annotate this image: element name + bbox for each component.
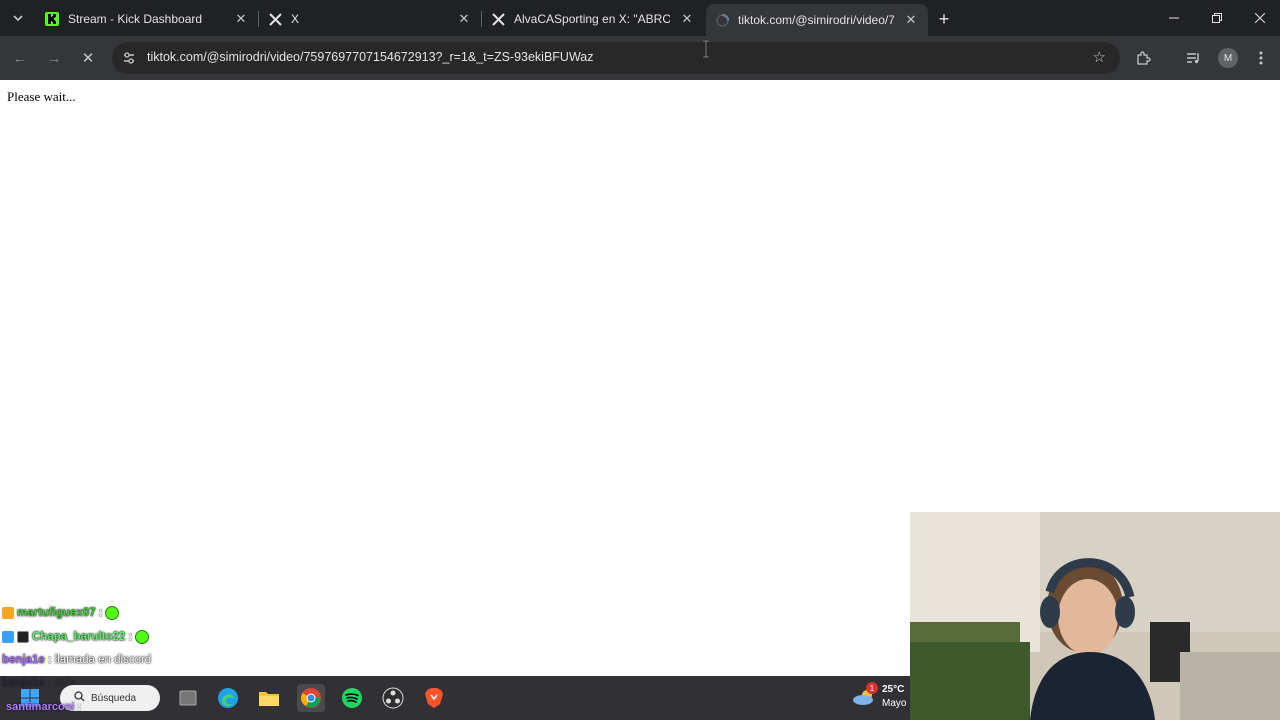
stop-loading-button[interactable]: ✕ (76, 46, 100, 70)
tab-title: Stream - Kick Dashboard (68, 12, 203, 26)
taskbar-edge[interactable] (214, 684, 242, 712)
extensions-button[interactable] (1131, 46, 1155, 70)
menu-button[interactable] (1249, 46, 1273, 70)
bookmark-star-icon[interactable]: ☆ (1093, 48, 1106, 66)
playlist-icon (1187, 53, 1199, 64)
x-icon (267, 11, 283, 27)
taskbar-chrome[interactable] (297, 684, 325, 712)
search-label: Búsqueda (91, 692, 137, 704)
loading-message: Please wait... (7, 89, 76, 104)
windows-taskbar: Búsqueda 1 25°C Mayo (0, 676, 910, 720)
arrow-left-icon: ← (12, 49, 28, 67)
tab-x[interactable]: X ✕ (259, 4, 481, 34)
emote-icon (135, 630, 150, 644)
chat-message: santimarconi : (6, 701, 81, 713)
taskbar-file-explorer[interactable] (255, 684, 283, 712)
tab-title: X (291, 12, 300, 26)
webcam-overlay (910, 512, 1280, 720)
chat-username: benja1e (2, 654, 45, 666)
avatar[interactable]: M (1218, 48, 1238, 68)
subscriber-badge-icon (2, 607, 14, 619)
emote-icon (105, 606, 120, 620)
chevron-down-icon (13, 15, 23, 22)
restore-button[interactable] (1195, 0, 1239, 36)
notification-badge: 1 (866, 682, 878, 694)
puzzle-icon (1137, 51, 1151, 65)
chat-message: benja1e : llamada en discord (2, 654, 151, 666)
spotify-icon (342, 688, 362, 708)
browser-toolbar: ← → ✕ tiktok.com/@simirodri/video/759769… (0, 36, 1280, 80)
tab-strip: Stream - Kick Dashboard ✕ X ✕ AlvaCASpor… (0, 0, 1280, 36)
og-badge-icon (17, 631, 29, 643)
tab-search-button[interactable] (6, 6, 30, 30)
minimize-button[interactable] (1152, 0, 1196, 36)
tab-alvacasporting[interactable]: AlvaCASporting en X: "ABRO H ✕ (482, 4, 704, 34)
text-cursor-icon (703, 40, 709, 58)
close-icon[interactable]: ✕ (678, 10, 696, 28)
kick-icon (44, 11, 60, 27)
chat-username: santimarconi (6, 701, 75, 713)
task-view-button[interactable] (174, 684, 202, 712)
taskbar-obs[interactable] (379, 684, 407, 712)
arrow-right-icon: → (46, 49, 62, 67)
minimize-icon (1169, 17, 1179, 19)
site-settings-icon[interactable] (120, 49, 138, 67)
brave-icon (425, 688, 443, 708)
address-bar[interactable]: tiktok.com/@simirodri/video/759769770715… (112, 42, 1120, 74)
close-icon[interactable]: ✕ (902, 11, 920, 29)
tab-tiktok[interactable]: tiktok.com/@simirodri/video/7 ✕ (706, 4, 928, 36)
close-window-button[interactable] (1238, 0, 1280, 36)
weather-description: Mayo (882, 698, 907, 709)
taskbar-spotify[interactable] (338, 684, 366, 712)
tab-kick-dashboard[interactable]: Stream - Kick Dashboard ✕ (36, 4, 258, 34)
weather-widget[interactable]: 1 25°C Mayo (852, 682, 912, 714)
back-button[interactable]: ← (8, 46, 32, 70)
chat-text: llamada en discord (54, 654, 152, 666)
chrome-icon (301, 688, 321, 708)
edge-icon (218, 688, 238, 708)
tab-title: tiktok.com/@simirodri/video/7 (738, 13, 894, 27)
media-controls-button[interactable] (1181, 46, 1205, 70)
chat-separator: : (98, 607, 103, 619)
new-tab-button[interactable]: + (932, 7, 956, 31)
chat-separator: : (77, 701, 82, 713)
forward-button[interactable]: → (42, 46, 66, 70)
webcam-feed-image (910, 512, 1280, 720)
chat-separator: : (47, 654, 52, 666)
obs-icon (382, 687, 404, 709)
close-icon (1255, 13, 1265, 23)
folder-icon (259, 692, 279, 706)
close-icon[interactable]: ✕ (232, 10, 250, 28)
weather-temperature: 25°C (882, 684, 905, 695)
chat-message: martufiguex07 : (2, 606, 120, 620)
task-view-icon (179, 690, 197, 706)
loading-spinner-icon (714, 12, 730, 28)
taskbar-brave[interactable] (420, 684, 448, 712)
plus-icon: + (938, 8, 950, 29)
url-text[interactable]: tiktok.com/@simirodri/video/759769770715… (147, 50, 594, 64)
tab-title: AlvaCASporting en X: "ABRO H (514, 12, 670, 26)
restore-icon (1212, 13, 1222, 23)
moderator-badge-icon (2, 631, 14, 643)
close-icon[interactable]: ✕ (455, 10, 473, 28)
kebab-menu-icon (1259, 51, 1263, 65)
x-icon (490, 11, 506, 27)
chat-username: martufiguex07 (17, 607, 96, 619)
chat-message: Chapa_barulto22 : (2, 630, 150, 644)
close-icon: ✕ (81, 50, 95, 67)
chat-separator: : (128, 631, 133, 643)
chat-username: Chapa_barulto22 (32, 631, 126, 643)
